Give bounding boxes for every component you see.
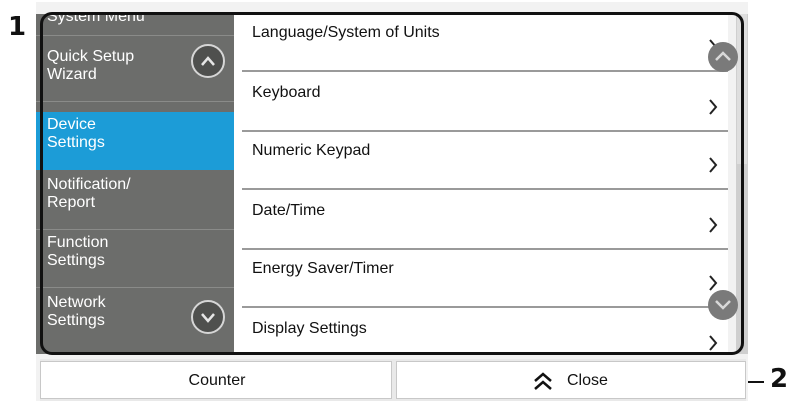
sidebar-item-label-line2: Settings (47, 134, 105, 151)
list-item-label: Numeric Keypad (252, 142, 371, 159)
chevron-right-icon (709, 275, 718, 291)
list-scroll-down-button[interactable] (708, 290, 738, 320)
sidebar-header: System Menu (36, 14, 234, 36)
bottom-bar: Counter Close (40, 359, 746, 401)
callout-number-1: 1 (8, 12, 27, 42)
list-item-label: Energy Saver/Timer (252, 260, 394, 277)
chevron-right-icon (709, 335, 718, 351)
sidebar-header-label: System Menu (47, 14, 145, 25)
chevron-up-icon (201, 56, 215, 66)
sidebar-item-label-line2: Settings (47, 252, 105, 269)
list-item-language-system-of-units[interactable]: Language/System of Units (242, 14, 728, 72)
list-item-label: Display Settings (252, 320, 367, 337)
counter-button[interactable]: Counter (40, 361, 392, 399)
sidebar-item-function-settings[interactable]: Function Settings (36, 230, 234, 288)
list-item-label: Keyboard (252, 84, 321, 101)
list-item-date-time[interactable]: Date/Time (242, 192, 728, 250)
double-chevron-up-icon (534, 372, 552, 390)
list-item-keyboard[interactable]: Keyboard (242, 74, 728, 132)
sidebar-scroll-up-button[interactable] (191, 44, 225, 78)
scrollbar-thumb[interactable] (737, 14, 747, 164)
list-item-label: Language/System of Units (252, 24, 440, 41)
close-button[interactable]: Close (396, 361, 746, 399)
list-scroll-up-button[interactable] (708, 42, 738, 72)
list-item-numeric-keypad[interactable]: Numeric Keypad (242, 132, 728, 190)
sidebar: System Menu Quick Setup Wizard Device Se… (36, 14, 234, 354)
chevron-down-icon (201, 313, 215, 323)
device-screen: System Menu Quick Setup Wizard Device Se… (36, 2, 748, 401)
list-item-display-settings[interactable]: Display Settings (242, 310, 728, 354)
sidebar-item-label-line1: Notification/ (47, 176, 131, 193)
chevron-down-icon (715, 300, 731, 310)
sidebar-item-label-line2: Report (47, 194, 96, 211)
chevron-right-icon (709, 157, 718, 173)
sidebar-item-notification-report[interactable]: Notification/ Report (36, 172, 234, 230)
counter-button-label: Counter (188, 372, 246, 389)
settings-list: Language/System of Units Keyboard Numeri… (234, 14, 728, 354)
sidebar-scroll-down-button[interactable] (191, 300, 225, 334)
sidebar-item-label-line1: Function (47, 234, 109, 251)
chevron-right-icon (709, 99, 718, 115)
sidebar-item-device-settings[interactable]: Device Settings (36, 112, 234, 170)
sidebar-item-label-line1: Device (47, 116, 96, 133)
chevron-up-icon (715, 51, 731, 61)
list-item-label: Date/Time (252, 202, 326, 219)
callout-number-2: 2 (770, 364, 789, 394)
list-item-energy-saver-timer[interactable]: Energy Saver/Timer (242, 250, 728, 308)
chevron-right-icon (709, 217, 718, 233)
close-button-label: Close (567, 372, 608, 389)
